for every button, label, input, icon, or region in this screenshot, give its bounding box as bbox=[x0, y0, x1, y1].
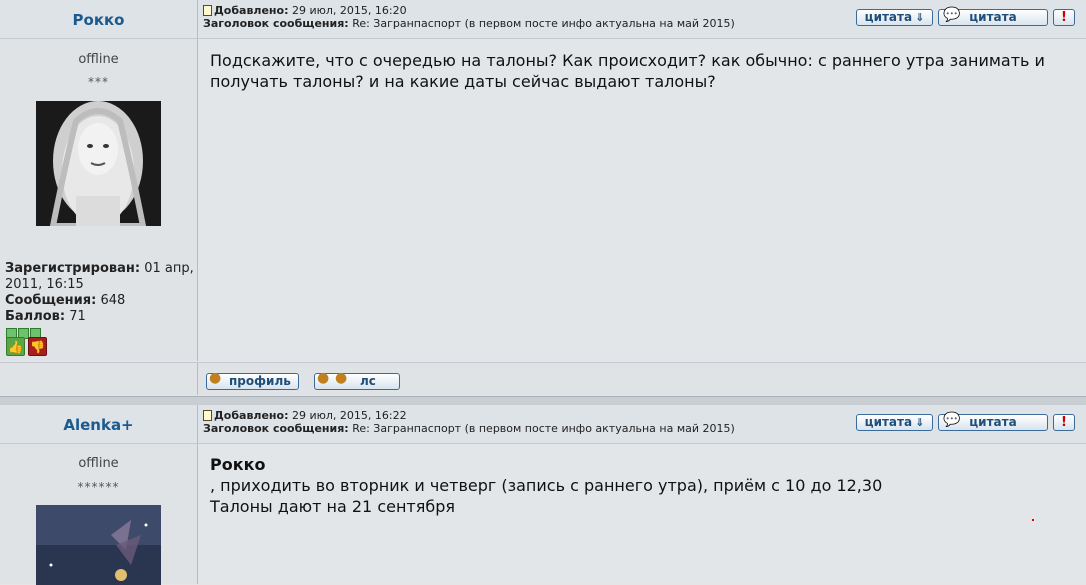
added-label: Добавлено: bbox=[214, 409, 289, 422]
author-name[interactable]: Рокко bbox=[73, 11, 125, 29]
double-chevron-down-icon: ⇓ bbox=[915, 11, 925, 24]
author-name[interactable]: Alenka+ bbox=[63, 416, 133, 434]
quote-button[interactable]: цитата ⇓ bbox=[856, 9, 933, 26]
message-line: Подскажите, что с очередью на талоны? Ка… bbox=[210, 51, 1045, 70]
profile-button-label: профиль bbox=[229, 374, 291, 388]
avatar bbox=[36, 505, 161, 585]
quote-button-label: цитата bbox=[864, 415, 913, 429]
added-date: 29 июл, 2015, 16:20 bbox=[292, 4, 407, 17]
added-date: 29 июл, 2015, 16:22 bbox=[292, 409, 407, 422]
report-button[interactable]: ! bbox=[1053, 9, 1075, 26]
post-icon[interactable] bbox=[203, 5, 212, 16]
speech-bubble-icon: 💬 bbox=[943, 412, 961, 428]
post-header: Добавлено: 29 июл, 2015, 16:22 Заголовок… bbox=[198, 405, 1086, 444]
subject: Re: Загранпаспорт (в первом посте инфо а… bbox=[352, 17, 735, 30]
speech-bubble-icon: 💬 bbox=[943, 7, 961, 23]
online-status: offline bbox=[78, 456, 119, 471]
author-profile: offline ****** bbox=[0, 444, 198, 585]
message-text: Рокко , приходить во вторник и четверг (… bbox=[210, 454, 882, 517]
reply-to-name: Рокко bbox=[210, 455, 266, 474]
post-meta: Добавлено: 29 июл, 2015, 16:22 Заголовок… bbox=[203, 409, 735, 435]
user-icon: ● bbox=[335, 370, 348, 386]
message-line: получать талоны? и на какие даты сейчас … bbox=[210, 72, 716, 91]
points-label: Баллов: bbox=[5, 309, 66, 324]
exclamation-icon: ! bbox=[1061, 10, 1067, 25]
quote-selected-button[interactable]: 💬 цитата bbox=[938, 412, 1048, 431]
messages-value: 648 bbox=[100, 293, 126, 308]
double-chevron-down-icon: ⇓ bbox=[915, 416, 925, 429]
profile-button[interactable]: ● профиль bbox=[206, 370, 299, 390]
thumbs-down-icon[interactable]: 👎 bbox=[28, 337, 47, 356]
report-button[interactable]: ! bbox=[1053, 414, 1075, 431]
post-header: Добавлено: 29 июл, 2015, 16:20 Заголовок… bbox=[198, 0, 1086, 39]
author-cell: Alenka+ bbox=[0, 405, 198, 444]
rank-stars: ****** bbox=[77, 480, 120, 494]
user-icon: ● bbox=[209, 370, 222, 386]
post-body: Рокко , приходить во вторник и четверг (… bbox=[198, 444, 1086, 584]
rank-stars: *** bbox=[88, 75, 109, 89]
pm-button[interactable]: ● ● лс bbox=[314, 370, 400, 390]
subject: Re: Загранпаспорт (в первом посте инфо а… bbox=[352, 422, 735, 435]
message-line: Талоны дают на 21 сентября bbox=[210, 497, 456, 516]
registered-label: Зарегистрирован: bbox=[5, 261, 141, 276]
avatar bbox=[36, 101, 161, 226]
message-text: Подскажите, что с очередью на талоны? Ка… bbox=[210, 50, 1045, 92]
online-status: offline bbox=[78, 52, 119, 67]
post-separator bbox=[0, 396, 1086, 405]
post-body: Подскажите, что с очередью на талоны? Ка… bbox=[198, 39, 1086, 361]
messages-label: Сообщения: bbox=[5, 293, 97, 308]
stray-dot bbox=[1032, 519, 1034, 521]
two-users-icon: ● bbox=[317, 370, 330, 386]
thumbs-up-icon[interactable]: 👍 bbox=[6, 337, 25, 356]
subject-label: Заголовок сообщения: bbox=[203, 422, 349, 435]
added-label: Добавлено: bbox=[214, 4, 289, 17]
post-actions: цитата ⇓ 💬 цитата ! bbox=[856, 7, 1080, 29]
author-cell: Рокко bbox=[0, 0, 198, 39]
post-icon[interactable] bbox=[203, 410, 212, 421]
quote-selected-button[interactable]: 💬 цитата bbox=[938, 7, 1048, 26]
post-footer-left bbox=[0, 362, 198, 395]
registration-info: Зарегистрирован: 01 апр, 2011, 16:15 Соо… bbox=[5, 261, 195, 325]
quote-button[interactable]: цитата ⇓ bbox=[856, 414, 933, 431]
quote-selected-label: цитата bbox=[969, 10, 1017, 24]
post-footer: ● профиль ● ● лс bbox=[198, 362, 1086, 395]
author-profile: offline *** Зарегистрирован: 01 апр, 201… bbox=[0, 39, 198, 361]
exclamation-icon: ! bbox=[1061, 415, 1067, 430]
subject-label: Заголовок сообщения: bbox=[203, 17, 349, 30]
pm-button-label: лс bbox=[360, 374, 376, 388]
message-line: , приходить во вторник и четверг (запись… bbox=[210, 476, 883, 495]
post-actions: цитата ⇓ 💬 цитата ! bbox=[856, 412, 1080, 434]
quote-button-label: цитата bbox=[864, 10, 913, 24]
quote-selected-label: цитата bbox=[969, 415, 1017, 429]
points-value: 71 bbox=[69, 309, 86, 324]
post-meta: Добавлено: 29 июл, 2015, 16:20 Заголовок… bbox=[203, 4, 735, 30]
